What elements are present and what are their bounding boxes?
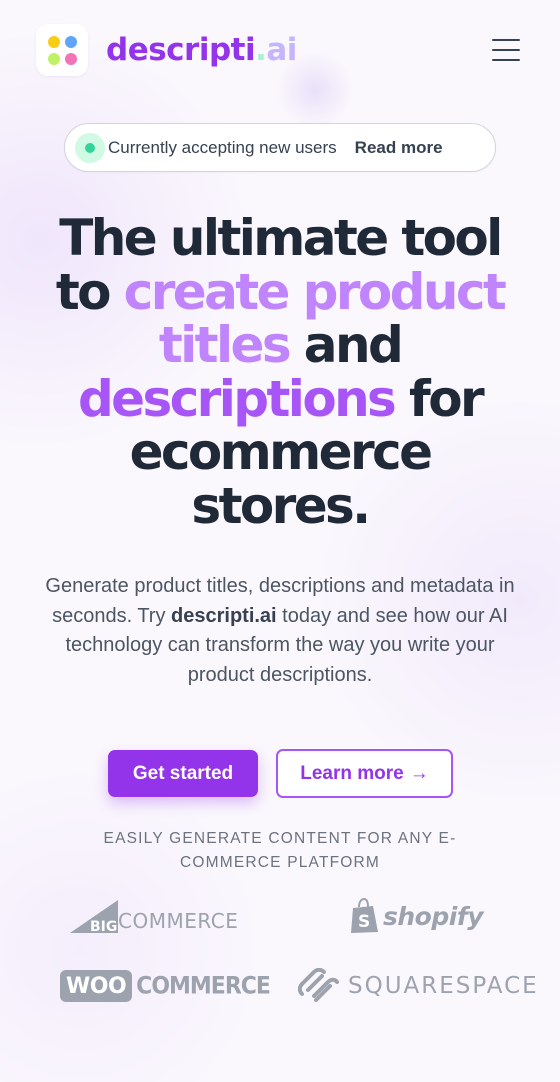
get-started-button[interactable]: Get started <box>108 750 258 797</box>
hero-line-3-suffix: and <box>289 316 404 374</box>
site-header: descripti.ai <box>36 22 524 78</box>
platforms-heading: Easily generate content for any e-commer… <box>103 830 457 871</box>
hero-line-5: ecommerce <box>129 423 433 481</box>
logo-dot-yellow <box>47 35 60 48</box>
learn-more-button[interactable]: Learn more → <box>276 749 453 798</box>
hero-line-2-prefix: to <box>55 262 124 321</box>
brand-name-main: descripti <box>106 32 256 68</box>
logo-dot-pink <box>64 52 77 65</box>
squarespace-text: SQUARESPACE <box>348 973 539 999</box>
bigcommerce-logo: BIG COMMERCE <box>70 896 238 936</box>
shopify-logo: S shopify <box>349 896 484 936</box>
platform-logos: BIG COMMERCE S shopify WOO COMMERCE SQUA… <box>0 890 560 1020</box>
hero-subtitle: Generate product titles, descriptions an… <box>30 572 530 690</box>
read-more-link[interactable]: Read more <box>355 138 443 158</box>
hero-highlight-descriptions: descriptions <box>77 369 397 428</box>
woocommerce-text: COMMERCE <box>136 972 271 1000</box>
svg-text:S: S <box>358 912 370 932</box>
hero-heading: The ultimate tool to create product titl… <box>20 209 540 535</box>
brand-name: descripti.ai <box>106 32 297 68</box>
learn-more-label: Learn more <box>300 762 404 784</box>
woo-badge: WOO <box>60 970 133 1002</box>
cta-group: Get started Learn more → <box>0 749 560 799</box>
hero-line-6: stores. <box>191 476 371 535</box>
hamburger-menu-icon[interactable] <box>492 39 520 61</box>
brand-logo-icon <box>36 24 88 76</box>
announcement-text: Currently accepting new users <box>108 137 337 157</box>
brand-name-suffix: ai <box>266 32 297 68</box>
subtitle-brand: descripti.ai <box>171 604 277 627</box>
woocommerce-logo: WOO COMMERCE <box>60 966 271 1006</box>
woo-text: WOO <box>66 973 127 999</box>
brand[interactable]: descripti.ai <box>36 24 297 76</box>
logo-dot-green <box>47 52 60 65</box>
bigcommerce-mark-icon: BIG <box>70 900 118 934</box>
status-dot-icon <box>75 132 105 163</box>
svg-text:BIG: BIG <box>90 919 117 934</box>
shopify-bag-icon: S <box>351 898 378 933</box>
squarespace-mark-icon <box>298 968 339 1002</box>
hero-line-1: The ultimate tool <box>59 209 503 267</box>
hero-line-4-suffix: for <box>394 369 485 428</box>
logo-dot-blue <box>64 35 77 48</box>
squarespace-logo: SQUARESPACE <box>298 966 539 1006</box>
arrow-right-icon: → <box>409 762 429 784</box>
announcement-pill[interactable]: Currently accepting new users Read more <box>64 123 496 172</box>
shopify-text: shopify <box>383 901 484 931</box>
brand-name-dot: . <box>255 32 267 68</box>
bigcommerce-text: COMMERCE <box>118 909 239 933</box>
